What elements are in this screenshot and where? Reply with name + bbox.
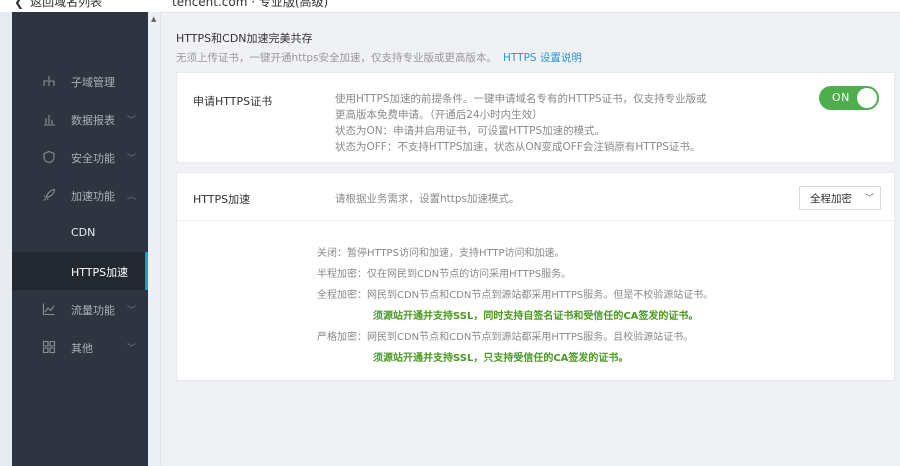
sidebar-item-label: 数据报表 (71, 114, 115, 127)
cert-desc-line: 更高版本免费申请。（开通后24小时内生效） (335, 109, 543, 121)
section-title: HTTPS和CDN加速完美共存 (176, 32, 313, 45)
divider (177, 220, 894, 221)
sidebar-subitem-cdn[interactable]: CDN (12, 214, 148, 252)
accel-description: 请根据业务需求，设置https加速模式。 (335, 193, 520, 205)
sidebar-item-reports[interactable]: 数据报表 ﹀ (12, 100, 148, 138)
sidebar-subitem-label: CDN (71, 226, 96, 239)
sidebar-subitem-https[interactable]: HTTPS加速 (12, 252, 148, 290)
mode-strict-note: 须源站开通并支持SSL，只支持受信任的CA签发的证书。 (373, 353, 629, 364)
sidebar-item-label: 安全功能 (71, 152, 115, 165)
https-settings-link[interactable]: HTTPS 设置说明 (503, 52, 582, 64)
cert-desc-line: 状态为ON：申请并启用证书，可设置HTTPS加速的模式。 (335, 125, 606, 137)
chevron-down-icon: ﹀ (127, 154, 137, 164)
scroll-up-icon[interactable]: ▲ (151, 15, 156, 23)
domain-title: tencent.com · 专业版(高级) (172, 0, 329, 9)
section-description-text: 无须上传证书，一键开通https安全加速，仅支持专业版或更高版本。 (176, 52, 498, 64)
mode-full-desc: 全程加密：网民到CDN节点和CDN节点到源站都采用HTTPS服务。但是不校验源站… (317, 290, 714, 301)
rocket-icon (43, 188, 56, 201)
sidebar: 子域管理 数据报表 ﹀ 安全功能 ﹀ 加速功能 ︿ CDN HTTPS加速 流量… (12, 12, 148, 466)
mode-strict-desc: 严格加密：网民到CDN节点和CDN节点到源站都采用HTTPS服务。且校验源站证书… (317, 332, 694, 343)
sidebar-subitem-label: HTTPS加速 (71, 266, 129, 279)
chevron-up-icon: ︿ (127, 192, 137, 202)
back-arrow-icon[interactable]: ❮ (14, 0, 24, 9)
cert-label: 申请HTTPS证书 (193, 95, 273, 108)
sidebar-item-label: 子域管理 (71, 76, 115, 89)
shield-icon (43, 150, 55, 164)
sidebar-item-acceleration[interactable]: 加速功能 ︿ (12, 176, 148, 214)
area-chart-icon (42, 303, 55, 316)
https-cert-toggle[interactable]: ON (819, 86, 879, 110)
main-content: HTTPS和CDN加速完美共存 无须上传证书，一键开通https安全加速，仅支持… (160, 12, 900, 466)
cert-card: 申请HTTPS证书 使用HTTPS加速的前提条件。一键申请域名专有的HTTPS证… (176, 72, 895, 163)
sidebar-item-label: 其他 (71, 342, 93, 355)
grid-icon (42, 340, 56, 354)
sidebar-item-security[interactable]: 安全功能 ﹀ (12, 138, 148, 176)
sidebar-item-other[interactable]: 其他 ﹀ (12, 328, 148, 366)
toggle-knob (857, 88, 877, 108)
chevron-down-icon: ﹀ (127, 344, 137, 354)
bar-chart-icon (44, 115, 55, 126)
mode-half-desc: 半程加密：仅在网民到CDN节点的访问采用HTTPS服务。 (317, 269, 572, 280)
section-description: 无须上传证书，一键开通https安全加速，仅支持专业版或更高版本。 HTTPS 设… (176, 50, 582, 65)
chevron-down-icon: ﹀ (127, 306, 137, 316)
sidebar-item-label: 流量功能 (71, 304, 115, 317)
chevron-down-icon: ﹀ (864, 194, 874, 204)
mode-full-note: 须源站开通并支持SSL，同时支持自签名证书和受信任的CA签发的证书。 (373, 311, 699, 322)
back-label[interactable]: 返回域名列表 (30, 0, 102, 9)
back-link[interactable]: ❮ 返回域名列表 (14, 0, 102, 10)
cert-desc-line: 状态为OFF：不支持HTTPS加速，状态从ON变成OFF会注销原有HTTPS证书… (335, 141, 701, 153)
cert-description: 使用HTTPS加速的前提条件。一键申请域名专有的HTTPS证书，仅支持专业版或 … (335, 91, 707, 155)
sitemap-icon (43, 76, 55, 86)
chevron-down-icon: ﹀ (127, 116, 137, 126)
left-edge (0, 12, 12, 466)
accel-label: HTTPS加速 (193, 193, 251, 206)
mode-off-desc: 关闭：暂停HTTPS访问和加速，支持HTTP访问和加速。 (317, 248, 565, 259)
toggle-label: ON (832, 91, 850, 104)
accel-mode-select[interactable]: 全程加密 ﹀ (799, 186, 881, 210)
cert-desc-line: 使用HTTPS加速的前提条件。一键申请域名专有的HTTPS证书，仅支持专业版或 (335, 93, 707, 105)
accel-card: HTTPS加速 请根据业务需求，设置https加速模式。 全程加密 ﹀ 关闭：暂… (176, 172, 895, 381)
sidebar-item-traffic[interactable]: 流量功能 ﹀ (12, 290, 148, 328)
select-value: 全程加密 (810, 193, 852, 205)
sidebar-item-label: 加速功能 (71, 190, 115, 203)
sidebar-item-subdomain[interactable]: 子域管理 (12, 62, 148, 100)
